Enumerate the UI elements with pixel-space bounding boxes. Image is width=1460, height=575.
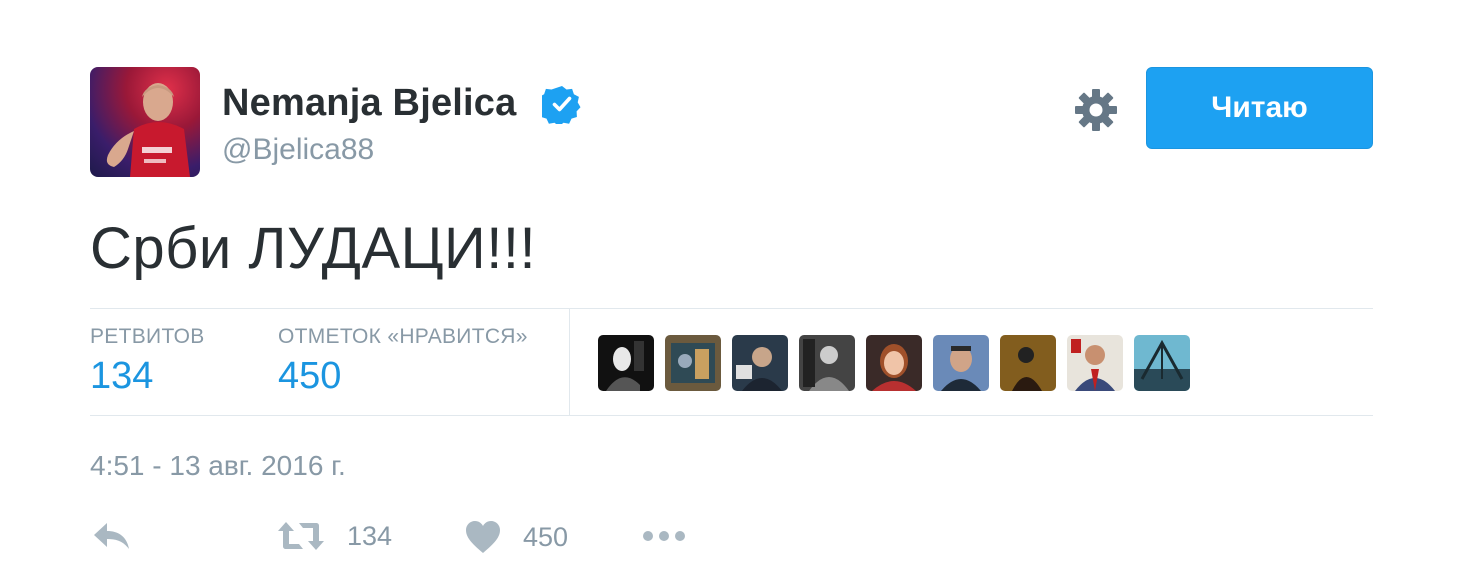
- liker-avatars: [598, 335, 1190, 391]
- liker-avatar[interactable]: [1000, 335, 1056, 391]
- liker-avatar[interactable]: [866, 335, 922, 391]
- retweets-label: РЕТВИТОВ: [90, 325, 205, 348]
- heart-icon: [466, 521, 500, 553]
- liker-avatar[interactable]: [799, 335, 855, 391]
- retweets-count: 134: [90, 355, 154, 397]
- retweets-stat[interactable]: РЕТВИТОВ 134: [90, 325, 205, 398]
- liker-avatar[interactable]: [665, 335, 721, 391]
- liker-avatar[interactable]: [1134, 335, 1190, 391]
- like-count: 450: [523, 521, 569, 552]
- likes-stat[interactable]: ОТМЕТОК «НРАВИТСЯ» 450: [278, 325, 528, 398]
- stats-divider: [569, 309, 570, 416]
- liker-avatar[interactable]: [933, 335, 989, 391]
- author-display-name[interactable]: Nemanja Bjelica: [222, 82, 516, 125]
- verified-badge-icon: [542, 86, 581, 124]
- likes-count: 450: [278, 355, 342, 397]
- retweet-icon: [278, 522, 324, 550]
- tweet-card: Nemanja Bjelica @Bjelica88 Читаю Срби ЛУ…: [0, 0, 1460, 575]
- author-handle[interactable]: @Bjelica88: [222, 133, 374, 167]
- likes-label: ОТМЕТОК «НРАВИТСЯ»: [278, 325, 528, 348]
- more-icon: [643, 531, 685, 541]
- more-actions-button[interactable]: [640, 520, 688, 552]
- like-button[interactable]: 450: [465, 520, 568, 554]
- liker-avatar[interactable]: [1067, 335, 1123, 391]
- following-button[interactable]: Читаю: [1146, 67, 1373, 149]
- retweet-count: 134: [347, 520, 393, 551]
- liker-avatar[interactable]: [598, 335, 654, 391]
- tweet-stats: РЕТВИТОВ 134 ОТМЕТОК «НРАВИТСЯ» 450: [90, 308, 1373, 416]
- retweet-button[interactable]: 134: [277, 520, 392, 552]
- liker-avatar[interactable]: [732, 335, 788, 391]
- author-avatar[interactable]: [90, 67, 200, 177]
- tweet-timestamp[interactable]: 4:51 - 13 авг. 2016 г.: [90, 450, 346, 482]
- reply-icon: [94, 523, 129, 549]
- gear-icon[interactable]: [1073, 87, 1119, 133]
- reply-button[interactable]: [92, 520, 132, 552]
- tweet-text: Срби ЛУДАЦИ!!!: [90, 216, 537, 281]
